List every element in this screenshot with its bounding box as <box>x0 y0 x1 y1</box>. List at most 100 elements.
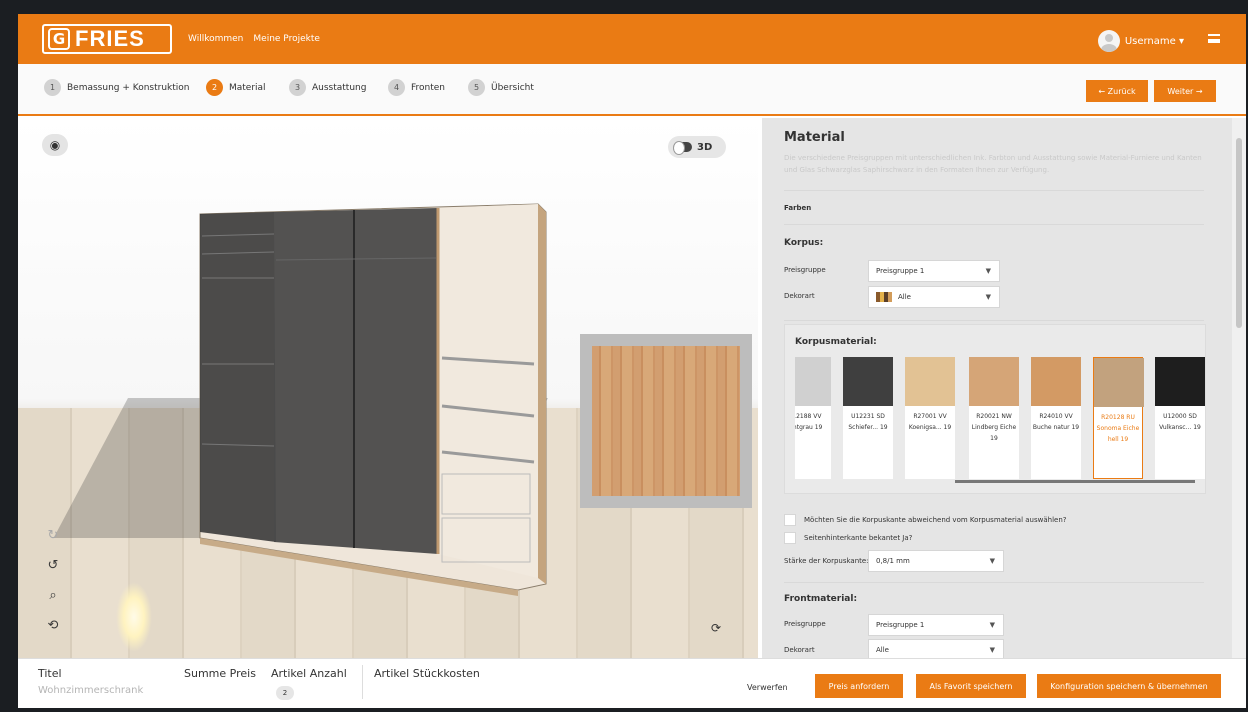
toggle-switch-icon <box>673 141 692 155</box>
fries-logo[interactable]: G FRIES <box>42 24 172 54</box>
tiles-scrollbar[interactable] <box>955 480 1195 483</box>
step-label: Ausstattung <box>312 82 367 93</box>
als-favorit-speichern-button[interactable]: Als Favorit speichern <box>916 674 1026 698</box>
step-bemassung[interactable]: 1 Bemassung + Konstruktion <box>44 79 190 96</box>
material-tile[interactable]: I12188 VV chtgrau 19 <box>795 357 831 479</box>
hamburger-menu-icon[interactable] <box>1208 34 1220 43</box>
material-swatch <box>1031 357 1081 406</box>
material-caption: U12000 SD Vulkansc... 19 <box>1159 413 1201 431</box>
chevron-down-icon: ▼ <box>985 267 991 275</box>
reset-view-icon[interactable]: ⟳ <box>706 618 726 638</box>
summe-preis-label: Summe Preis <box>184 667 256 680</box>
scrollbar-thumb[interactable] <box>1236 138 1242 328</box>
logo-mark: G <box>48 28 70 50</box>
step-number: 4 <box>388 79 405 96</box>
korpuskante-label: Möchten Sie die Korpuskante abweichend v… <box>804 516 1067 524</box>
material-preview-swatch <box>592 346 740 496</box>
front-dekorart-select[interactable]: Alle ▼ <box>868 639 1004 658</box>
konfiguration-speichern-button[interactable]: Konfiguration speichern & übernehmen <box>1037 674 1221 698</box>
farben-label: Farben <box>784 204 812 212</box>
material-caption: R20128 RU Sonoma Eiche hell 19 <box>1096 414 1140 443</box>
top-header: G FRIES Willkommen Meine Projekte Userna… <box>18 14 1246 64</box>
back-button[interactable]: ← Zurück <box>1086 80 1148 102</box>
3d-viewer[interactable]: ◉ 3D ↻ ↺ ⌕ ⟲ ⟳ <box>18 118 758 658</box>
front-preisgruppe-select[interactable]: Preisgruppe 1 ▼ <box>868 614 1004 636</box>
material-tile[interactable]: U12231 SD Schiefer... 19 <box>843 357 893 479</box>
chevron-down-icon: ▼ <box>989 646 995 654</box>
header-nav: Willkommen Meine Projekte <box>188 34 320 44</box>
divider <box>784 320 1204 321</box>
material-caption: I12188 VV chtgrau 19 <box>795 413 823 431</box>
decor-swatch-icon <box>876 292 892 302</box>
toggle-label: 3D <box>697 141 713 153</box>
zoom-search-icon[interactable]: ⌕ <box>44 586 62 604</box>
korpus-dekorart-select[interactable]: Alle ▼ <box>868 286 1000 308</box>
material-tile[interactable]: R20021 NW Lindberg Eiche 19 <box>969 357 1019 479</box>
material-swatch <box>969 357 1019 406</box>
user-menu[interactable]: Username ▾ <box>1097 30 1184 52</box>
select-value: Alle <box>876 646 889 654</box>
panel-scrollbar[interactable] <box>1232 118 1246 658</box>
redo-icon[interactable]: ↻ <box>44 526 62 544</box>
material-caption: R20021 NW Lindberg Eiche 19 <box>971 413 1017 442</box>
step-label: Übersicht <box>491 82 534 93</box>
material-swatch <box>1094 358 1144 407</box>
nav-meine-projekte[interactable]: Meine Projekte <box>253 34 320 44</box>
seitenhinterkante-label: Seitenhinterkante bekantet Ja? <box>804 534 913 542</box>
kante-label: Stärke der Korpuskante: <box>784 557 869 565</box>
chevron-down-icon: ▼ <box>985 293 991 301</box>
select-value: 0,8/1 mm <box>876 557 910 565</box>
step-number: 1 <box>44 79 61 96</box>
chevron-down-icon: ▼ <box>989 557 995 565</box>
preis-anfordern-button[interactable]: Preis anfordern <box>815 674 903 698</box>
step-label: Material <box>229 82 266 93</box>
material-swatch <box>795 357 831 406</box>
material-swatch <box>905 357 955 406</box>
step-number: 2 <box>206 79 223 96</box>
logo-text: FRIES <box>75 26 145 51</box>
step-uebersicht[interactable]: 5 Übersicht <box>468 79 534 96</box>
material-tile[interactable]: R27001 VV Koenigsa... 19 <box>905 357 955 479</box>
material-swatch <box>843 357 893 406</box>
material-tiles[interactable]: I12188 VV chtgrau 19 U12231 SD Schiefer.… <box>795 357 1207 481</box>
app-screen: G FRIES Willkommen Meine Projekte Userna… <box>18 14 1246 708</box>
footer-bar: Titel Wohnzimmerschrank Summe Preis Arti… <box>18 658 1246 708</box>
material-tile-selected[interactable]: R20128 RU Sonoma Eiche hell 19 <box>1093 357 1144 479</box>
divider <box>362 665 363 699</box>
nav-willkommen[interactable]: Willkommen <box>188 34 243 44</box>
kante-select[interactable]: 0,8/1 mm ▼ <box>868 550 1004 572</box>
undo-icon[interactable]: ↺ <box>44 556 62 574</box>
material-preview <box>580 334 752 508</box>
material-tile[interactable]: U12000 SD Vulkansc... 19 <box>1155 357 1205 479</box>
divider <box>784 190 1204 191</box>
3d-toggle[interactable]: 3D <box>668 136 726 158</box>
titel-label: Titel <box>38 667 62 680</box>
korpus-dekorart-label: Dekorart <box>784 292 815 300</box>
next-button[interactable]: Weiter → <box>1154 80 1216 102</box>
divider <box>784 224 1204 225</box>
step-label: Bemassung + Konstruktion <box>67 82 190 93</box>
step-material[interactable]: 2 Material <box>206 79 266 96</box>
korpuskante-checkbox[interactable] <box>784 514 796 526</box>
korpus-preisgruppe-select[interactable]: Preisgruppe 1 ▼ <box>868 260 1000 282</box>
verwerfen-link[interactable]: Verwerfen <box>747 683 788 692</box>
artikel-anzahl-badge: 2 <box>276 686 294 700</box>
titel-value[interactable]: Wohnzimmerschrank <box>38 685 143 696</box>
artikel-anzahl-label: Artikel Anzahl <box>271 667 347 680</box>
korpusmaterial-box: Korpusmaterial: I12188 VV chtgrau 19 U12… <box>784 324 1206 494</box>
username-label: Username ▾ <box>1124 35 1184 47</box>
panel-description: Die verschiedene Preisgruppen mit unters… <box>784 154 1202 174</box>
frontmaterial-heading: Frontmaterial: <box>784 594 858 604</box>
material-caption: U12231 SD Schiefer... 19 <box>848 413 888 431</box>
step-number: 3 <box>289 79 306 96</box>
step-fronten[interactable]: 4 Fronten <box>388 79 445 96</box>
select-value: Preisgruppe 1 <box>876 621 925 629</box>
material-tile[interactable]: R24010 VV Buche natur 19 <box>1031 357 1081 479</box>
visibility-eye-icon[interactable]: ◉ <box>42 134 68 156</box>
step-ausstattung[interactable]: 3 Ausstattung <box>289 79 366 96</box>
seitenhinterkante-checkbox[interactable] <box>784 532 796 544</box>
material-caption: R24010 VV Buche natur 19 <box>1032 413 1080 431</box>
rotate-view-icon[interactable]: ⟲ <box>44 616 62 634</box>
material-caption: R27001 VV Koenigsa... 19 <box>908 413 952 431</box>
material-panel: Material Die verschiedene Preisgruppen m… <box>762 118 1232 658</box>
